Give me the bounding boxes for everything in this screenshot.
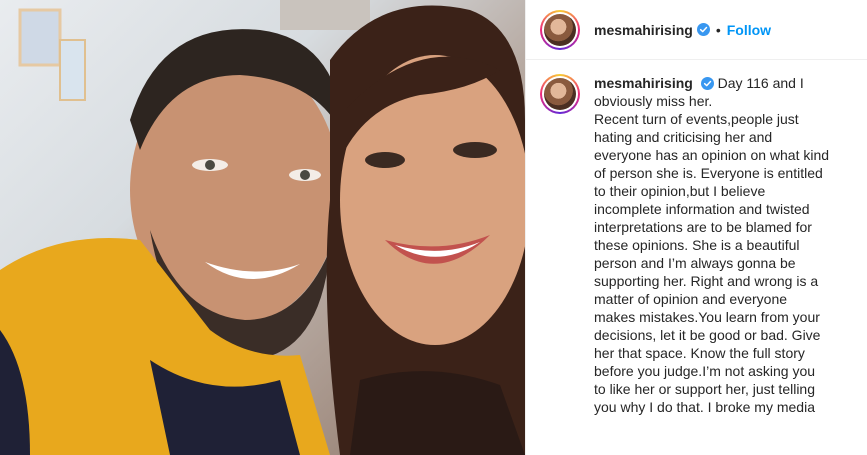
author-avatar[interactable] (540, 9, 580, 50)
instagram-post: mesmahirising • Follow mesmahirising Day… (0, 0, 867, 455)
author-username[interactable]: mesmahirising (594, 22, 693, 38)
selfie-illustration (0, 0, 525, 455)
caption-block: mesmahirising Day 116 and I obviously mi… (526, 60, 867, 416)
post-photo[interactable] (0, 0, 525, 455)
caption-line: makes mistakes.You learn from your (594, 309, 820, 325)
caption-text: mesmahirising Day 116 and I obviously mi… (594, 74, 842, 416)
follow-button[interactable]: Follow (727, 22, 771, 38)
verified-badge-icon (700, 77, 714, 90)
caption-line: obviously miss her. (594, 93, 713, 109)
header-separator: • (715, 21, 721, 38)
caption-line: interpretations are to be blamed for (594, 219, 812, 235)
caption-line: decisions, let it be good or bad. Give (594, 327, 821, 343)
caption-line: to like her or support her, just telling (594, 381, 816, 397)
caption-line: of person she is. Everyone is entitled (594, 165, 823, 181)
caption-line: incomplete information and twisted (594, 201, 810, 217)
caption-line: person and I’m always gonna be (594, 255, 796, 271)
caption-line: everyone has an opinion on what kind (594, 147, 830, 163)
caption-first-line: mesmahirising Day 116 and I (594, 74, 842, 92)
verified-badge-icon (696, 23, 710, 36)
caption-line: these opinions. She is a beautiful (594, 237, 800, 253)
avatar-ring (542, 11, 578, 48)
caption-line: hating and criticising her and (594, 129, 773, 145)
avatar-photo (544, 13, 576, 46)
caption-username[interactable]: mesmahirising (594, 75, 693, 91)
caption-line: to their opinion,but I believe (594, 183, 766, 199)
caption-avatar[interactable] (540, 74, 580, 114)
caption-line: supporting her. Right and wrong is a (594, 273, 819, 289)
caption-line: her that space. Know the full story (594, 345, 805, 361)
caption-line: you why I do that. I broke my media (594, 399, 815, 415)
caption-line: before you judge.I’m not asking you (594, 363, 816, 379)
post-sidebar: mesmahirising • Follow mesmahirising Day… (525, 0, 867, 455)
post-header: mesmahirising • Follow (526, 0, 867, 60)
caption-first-text: Day 116 and I (717, 75, 804, 91)
caption-line: Recent turn of events,people just (594, 111, 799, 127)
caption-line: matter of opinion and everyone (594, 291, 788, 307)
caption-avatar-ring (542, 76, 578, 112)
caption-avatar-photo (544, 78, 576, 110)
